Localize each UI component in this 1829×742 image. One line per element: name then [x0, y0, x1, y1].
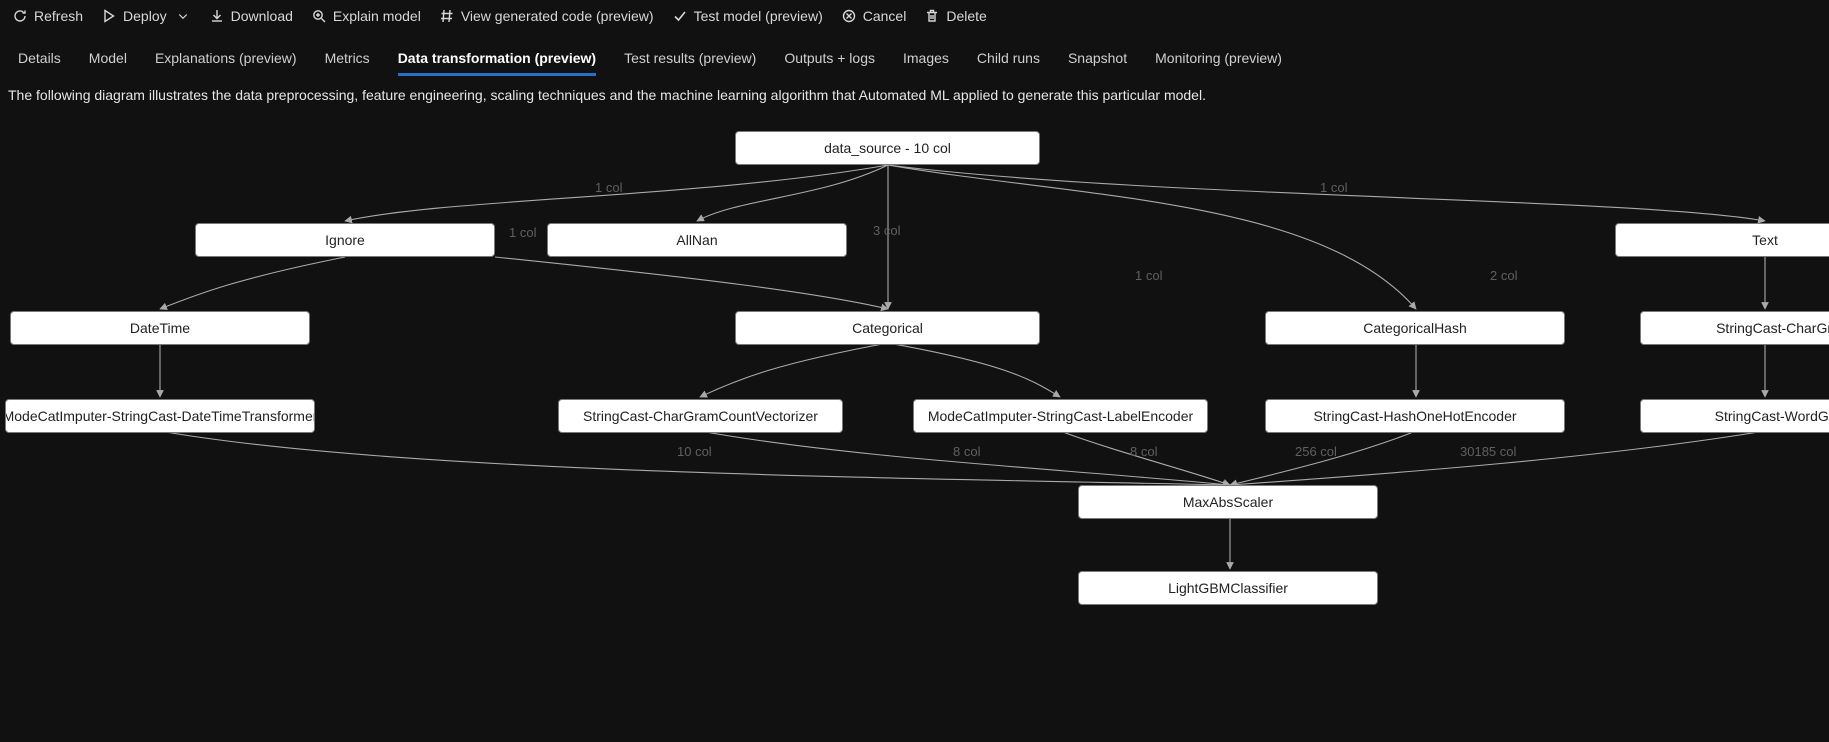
- node-allnan[interactable]: AllNan: [547, 223, 847, 257]
- node-lightgbmclassifier[interactable]: LightGBMClassifier: [1078, 571, 1378, 605]
- edge-label: 256 col: [1295, 444, 1337, 459]
- node-data-source[interactable]: data_source - 10 col: [735, 131, 1040, 165]
- tab-outputs-logs[interactable]: Outputs + logs: [784, 44, 875, 76]
- delete-label: Delete: [946, 8, 986, 24]
- refresh-button[interactable]: Refresh: [12, 8, 83, 24]
- node-maxabsscaler[interactable]: MaxAbsScaler: [1078, 485, 1378, 519]
- node-modecat-labelencoder[interactable]: ModeCatImputer-StringCast-LabelEncoder: [913, 399, 1208, 433]
- explain-model-label: Explain model: [333, 8, 421, 24]
- node-stringcast-chargramcount[interactable]: StringCast-CharGramCountVectorizer: [558, 399, 843, 433]
- tab-images[interactable]: Images: [903, 44, 949, 76]
- chevron-down-icon: [175, 8, 191, 24]
- node-stringcast-hashonehot[interactable]: StringCast-HashOneHotEncoder: [1265, 399, 1565, 433]
- hash-icon: [439, 8, 455, 24]
- tab-model[interactable]: Model: [89, 44, 127, 76]
- delete-button[interactable]: Delete: [924, 8, 986, 24]
- view-code-label: View generated code (preview): [461, 8, 654, 24]
- cancel-label: Cancel: [863, 8, 907, 24]
- check-icon: [672, 8, 688, 24]
- node-categorical-hash[interactable]: CategoricalHash: [1265, 311, 1565, 345]
- node-datetime[interactable]: DateTime: [10, 311, 310, 345]
- edge-label: 3 col: [873, 223, 900, 238]
- download-icon: [209, 8, 225, 24]
- edge-label: 1 col: [509, 225, 536, 240]
- cancel-icon: [841, 8, 857, 24]
- node-categorical[interactable]: Categorical: [735, 311, 1040, 345]
- node-modecat-datetime[interactable]: ModeCatImputer-StringCast-DateTimeTransf…: [5, 399, 315, 433]
- download-label: Download: [231, 8, 293, 24]
- test-model-button[interactable]: Test model (preview): [672, 8, 823, 24]
- view-code-button[interactable]: View generated code (preview): [439, 8, 654, 24]
- data-transformation-diagram: data_source - 10 col Ignore AllNan Text …: [0, 103, 1829, 683]
- trash-icon: [924, 8, 940, 24]
- tab-bar: Details Model Explanations (preview) Met…: [0, 30, 1829, 77]
- magnifier-plus-icon: [311, 8, 327, 24]
- refresh-label: Refresh: [34, 8, 83, 24]
- edge-label: 1 col: [1135, 268, 1162, 283]
- deploy-button[interactable]: Deploy: [101, 8, 191, 24]
- tab-monitoring[interactable]: Monitoring (preview): [1155, 44, 1282, 76]
- tab-child-runs[interactable]: Child runs: [977, 44, 1040, 76]
- tab-details[interactable]: Details: [18, 44, 61, 76]
- deploy-label: Deploy: [123, 8, 167, 24]
- tab-snapshot[interactable]: Snapshot: [1068, 44, 1127, 76]
- page-description: The following diagram illustrates the da…: [0, 77, 1829, 103]
- tab-explanations[interactable]: Explanations (preview): [155, 44, 297, 76]
- node-stringcast-wordgram-tf[interactable]: StringCast-WordGramTf: [1640, 399, 1829, 433]
- diagram-edges: [0, 103, 1829, 683]
- node-ignore[interactable]: Ignore: [195, 223, 495, 257]
- action-toolbar: Refresh Deploy Download Explain model: [0, 0, 1829, 30]
- tab-test-results[interactable]: Test results (preview): [624, 44, 756, 76]
- play-icon: [101, 8, 117, 24]
- cancel-button[interactable]: Cancel: [841, 8, 907, 24]
- edge-label: 1 col: [595, 180, 622, 195]
- tab-data-transformation[interactable]: Data transformation (preview): [398, 44, 596, 76]
- node-text[interactable]: Text: [1615, 223, 1829, 257]
- test-model-label: Test model (preview): [694, 8, 823, 24]
- edge-label: 8 col: [953, 444, 980, 459]
- edge-label: 1 col: [1320, 180, 1347, 195]
- edge-label: 2 col: [1490, 268, 1517, 283]
- refresh-icon: [12, 8, 28, 24]
- download-button[interactable]: Download: [209, 8, 293, 24]
- edge-label: 10 col: [677, 444, 712, 459]
- explain-model-button[interactable]: Explain model: [311, 8, 421, 24]
- edge-label: 30185 col: [1460, 444, 1516, 459]
- edge-label: 8 col: [1130, 444, 1157, 459]
- node-stringcast-chargram-tf[interactable]: StringCast-CharGramTf: [1640, 311, 1829, 345]
- tab-metrics[interactable]: Metrics: [325, 44, 370, 76]
